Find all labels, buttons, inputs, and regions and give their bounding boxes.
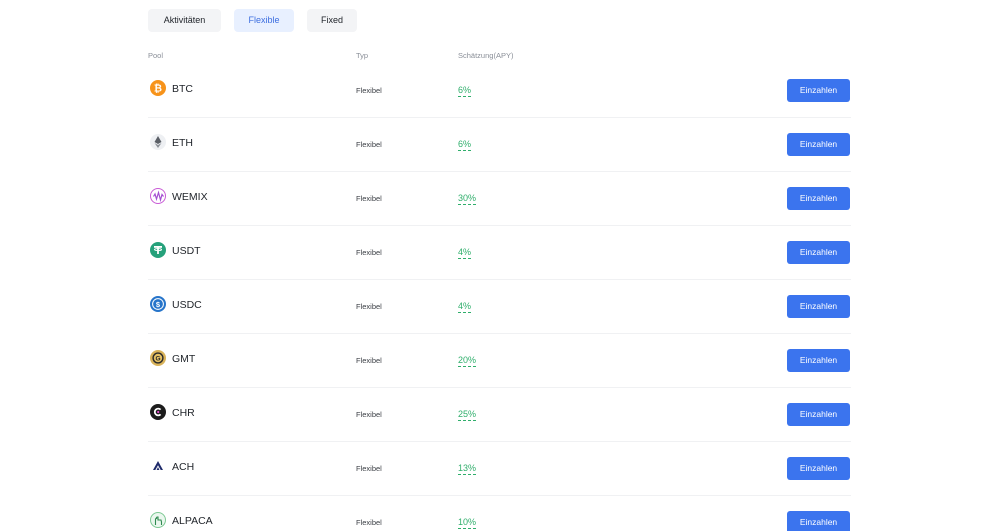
coin-name: ALPACA [172, 515, 213, 527]
deposit-button[interactable]: Einzahlen [787, 133, 850, 156]
coin-name: USDC [172, 299, 202, 311]
header-apy: Schätzung(APY) [458, 51, 514, 60]
table-row: ACH Flexibel 13% Einzahlen [148, 442, 851, 496]
pool-type: Flexibel [356, 140, 382, 149]
svg-text:$: $ [156, 300, 161, 309]
deposit-button[interactable]: Einzahlen [787, 187, 850, 210]
tab-aktivitaeten[interactable]: Aktivitäten [148, 9, 221, 32]
eth-icon [150, 134, 166, 150]
wemix-icon [150, 188, 166, 204]
svg-text:G: G [155, 356, 160, 363]
table-row: ₿ BTC Flexibel 6% Einzahlen [148, 64, 851, 118]
table-row: USDT Flexibel 4% Einzahlen [148, 226, 851, 280]
apy-value[interactable]: 10% [458, 517, 477, 529]
ach-icon [150, 458, 166, 474]
deposit-button[interactable]: Einzahlen [787, 79, 850, 102]
coin-name: ACH [172, 461, 195, 473]
gmt-icon: G [150, 350, 166, 366]
apy-value[interactable]: 30% [458, 193, 477, 205]
apy-value[interactable]: 25% [458, 409, 477, 421]
coin-name: CHR [172, 407, 195, 419]
table-row: $ USDC Flexibel 4% Einzahlen [148, 280, 851, 334]
deposit-button[interactable]: Einzahlen [787, 511, 850, 531]
chr-icon [150, 404, 166, 420]
apy-value[interactable]: 20% [458, 355, 477, 367]
coin-name: BTC [172, 83, 193, 95]
apy-value[interactable]: 4% [458, 301, 472, 313]
coin-name: WEMIX [172, 191, 208, 203]
table-row: ALPACA Flexibel 10% Einzahlen [148, 496, 851, 531]
tab-fixed[interactable]: Fixed [307, 9, 357, 32]
pool-type: Flexibel [356, 464, 382, 473]
tab-bar: Aktivitäten Flexible Fixed [148, 9, 370, 32]
usdt-icon [150, 242, 166, 258]
pool-table: ₿ BTC Flexibel 6% Einzahlen ETH Flexibel… [148, 64, 851, 531]
table-row: CHR Flexibel 25% Einzahlen [148, 388, 851, 442]
pool-type: Flexibel [356, 86, 382, 95]
header-type: Typ [356, 51, 369, 60]
deposit-button[interactable]: Einzahlen [787, 241, 850, 264]
apy-value[interactable]: 6% [458, 139, 472, 151]
coin-name: ETH [172, 137, 193, 149]
header-pool: Pool [148, 51, 164, 60]
table-header: Pool Typ Schätzung(APY) [148, 51, 851, 63]
tab-flexible[interactable]: Flexible [234, 9, 294, 32]
deposit-button[interactable]: Einzahlen [787, 295, 850, 318]
pool-type: Flexibel [356, 518, 382, 527]
apy-value[interactable]: 6% [458, 85, 472, 97]
deposit-button[interactable]: Einzahlen [787, 349, 850, 372]
pool-type: Flexibel [356, 356, 382, 365]
pool-type: Flexibel [356, 302, 382, 311]
coin-name: GMT [172, 353, 196, 365]
btc-icon: ₿ [150, 80, 166, 96]
table-row: ETH Flexibel 6% Einzahlen [148, 118, 851, 172]
pool-type: Flexibel [356, 248, 382, 257]
table-row: G GMT Flexibel 20% Einzahlen [148, 334, 851, 388]
apy-value[interactable]: 13% [458, 463, 477, 475]
pool-type: Flexibel [356, 194, 382, 203]
pool-type: Flexibel [356, 410, 382, 419]
table-row: WEMIX Flexibel 30% Einzahlen [148, 172, 851, 226]
earn-page: Aktivitäten Flexible Fixed Pool Typ Schä… [0, 0, 1000, 531]
apy-value[interactable]: 4% [458, 247, 472, 259]
deposit-button[interactable]: Einzahlen [787, 457, 850, 480]
svg-text:₿: ₿ [154, 83, 162, 95]
usdc-icon: $ [150, 296, 166, 312]
coin-name: USDT [172, 245, 201, 257]
deposit-button[interactable]: Einzahlen [787, 403, 850, 426]
alpaca-icon [150, 512, 166, 528]
